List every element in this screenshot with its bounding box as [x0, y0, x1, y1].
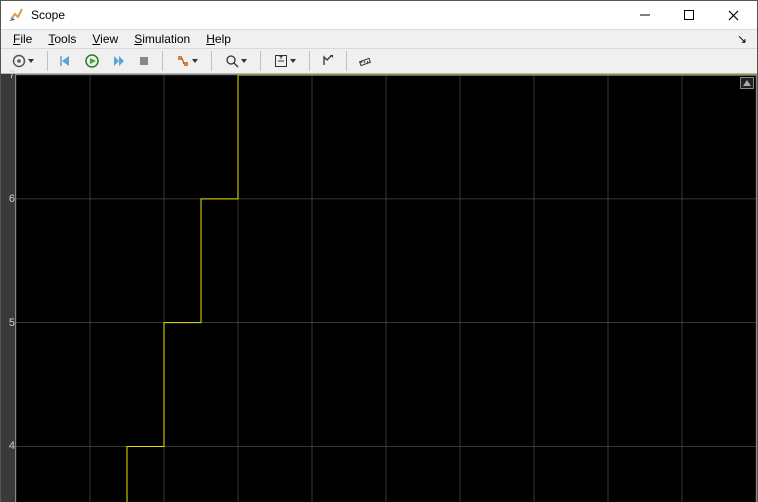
zoom-button[interactable]: [218, 49, 254, 73]
expand-axes-icon[interactable]: [740, 77, 754, 89]
autoscale-button[interactable]: [267, 49, 303, 73]
maximize-button[interactable]: [667, 1, 711, 29]
chevron-down-icon: [28, 59, 34, 63]
step-back-button[interactable]: [54, 49, 78, 73]
menu-file[interactable]: File: [5, 30, 40, 48]
chevron-down-icon: [241, 59, 247, 63]
minimize-button[interactable]: [623, 1, 667, 29]
plot-area: 7654321 02468101214161820: [1, 74, 757, 502]
matlab-icon: [9, 7, 25, 23]
y-axis-labels: 7654321: [1, 74, 15, 502]
menu-help[interactable]: Help: [198, 30, 239, 48]
scope-window: Scope File Tools View Simulation Help ↘: [0, 0, 758, 502]
chevron-down-icon: [192, 59, 198, 63]
menu-view[interactable]: View: [84, 30, 126, 48]
menu-tools[interactable]: Tools: [40, 30, 84, 48]
menu-simulation[interactable]: Simulation: [126, 30, 198, 48]
separator: [260, 51, 261, 71]
stop-button[interactable]: [132, 49, 156, 73]
separator: [346, 51, 347, 71]
step-forward-button[interactable]: [106, 49, 130, 73]
restore-axes-button[interactable]: [316, 49, 340, 73]
toolbar: [1, 48, 757, 74]
highlight-signal-button[interactable]: [169, 49, 205, 73]
separator: [211, 51, 212, 71]
menu-overflow-icon[interactable]: ↘: [737, 32, 753, 46]
run-button[interactable]: [80, 49, 104, 73]
separator: [47, 51, 48, 71]
window-title: Scope: [31, 8, 65, 22]
menubar: File Tools View Simulation Help ↘: [1, 30, 757, 48]
close-button[interactable]: [711, 1, 755, 29]
chevron-down-icon: [290, 59, 296, 63]
plot-canvas[interactable]: [15, 74, 757, 502]
separator: [162, 51, 163, 71]
separator: [309, 51, 310, 71]
titlebar: Scope: [1, 1, 757, 30]
measurements-button[interactable]: [353, 49, 377, 73]
